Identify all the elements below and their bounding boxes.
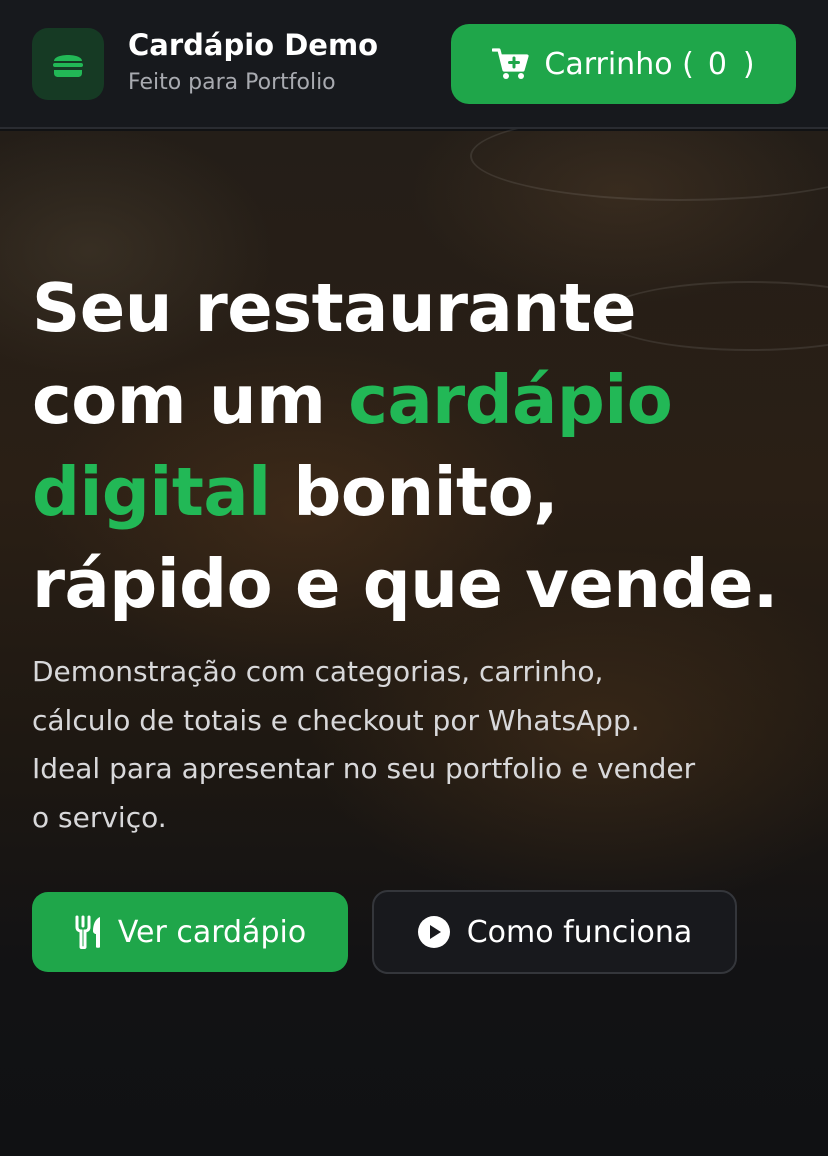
top-navbar: Cardápio Demo Feito para Portfolio Carri… — [0, 0, 828, 129]
utensils-icon — [74, 915, 104, 949]
cart-button[interactable]: Carrinho ( 0 ) — [451, 24, 796, 104]
hero-description: Demonstração com categorias, carrinho, c… — [32, 648, 812, 842]
how-it-works-label: Como funciona — [466, 914, 693, 950]
headline-line-1: Seu restaurante — [32, 269, 636, 347]
cart-plus-icon — [492, 47, 530, 81]
hero-headline: Seu restaurante com um cardápio digital … — [32, 262, 812, 630]
headline-line-3: digital bonito, — [32, 446, 812, 538]
how-it-works-button[interactable]: Como funciona — [372, 890, 737, 974]
play-circle-icon — [417, 915, 451, 949]
brand-title: Cardápio Demo — [128, 28, 379, 62]
headline-text: com um — [32, 361, 349, 439]
burger-icon — [51, 49, 85, 79]
headline-accent: digital — [32, 453, 271, 531]
description-line: cálculo de totais e checkout por WhatsAp… — [32, 703, 640, 737]
page: Cardápio Demo Feito para Portfolio Carri… — [0, 0, 828, 1156]
headline-line-4: rápido e que vende. — [32, 545, 778, 623]
brand-subtitle: Feito para Portfolio — [128, 70, 336, 95]
headline-accent: cardápio — [348, 361, 673, 439]
view-menu-button[interactable]: Ver cardápio — [32, 892, 348, 972]
cart-count: 0 — [707, 46, 729, 82]
cart-label: Carrinho ( — [544, 46, 694, 82]
description-line: o serviço. — [32, 800, 167, 834]
cart-label-close: ) — [742, 46, 755, 82]
headline-text: bonito, — [270, 453, 559, 531]
headline-line-2: com um cardápio — [32, 354, 812, 446]
logo[interactable] — [32, 28, 104, 100]
description-line: Demonstração com categorias, carrinho, — [32, 655, 604, 688]
view-menu-label: Ver cardápio — [117, 914, 307, 950]
description-line: Ideal para apresentar no seu portfolio e… — [32, 752, 696, 785]
